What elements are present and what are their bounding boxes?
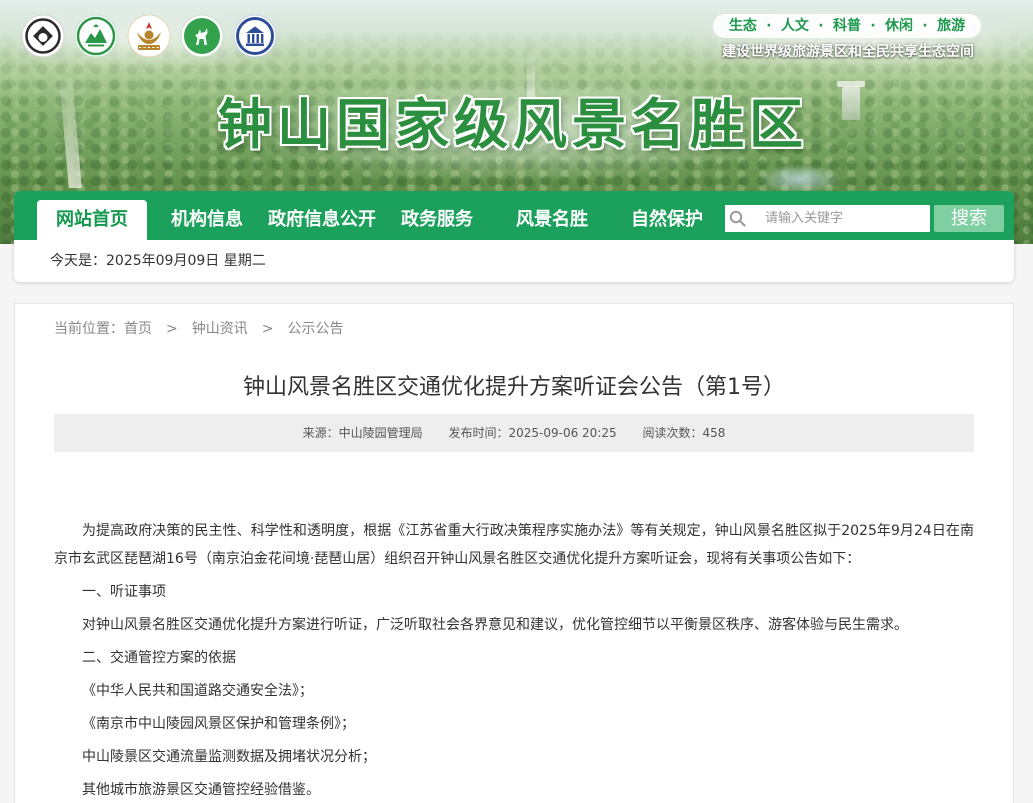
article-source: 来源：中山陵园管理局 [302, 426, 423, 440]
article-publish-time: 发布时间：2025-09-06 20:25 [448, 426, 617, 440]
article-meta: 来源：中山陵园管理局 发布时间：2025-09-06 20:25 阅读次数：45… [54, 414, 974, 452]
banner-tower [837, 81, 865, 120]
banner-lake [760, 165, 840, 193]
tab-home[interactable]: 网站首页 [37, 200, 147, 240]
article-paragraph: 中山陵景区交通流量监测数据及拥堵状况分析； [82, 749, 376, 765]
article-paragraph: 《南京市中山陵园风景区保护和管理条例》； [82, 716, 355, 732]
tab-nature-protection[interactable]: 自然保护 [612, 200, 722, 240]
site-title: 钟山国家级风景名胜区 [218, 93, 808, 156]
article-body: 为提高政府决策的民主性、科学性和透明度，根据《江苏省重大行政决策程序实施办法》等… [54, 517, 974, 803]
breadcrumb-prefix: 当前位置： [54, 321, 124, 337]
tab-scenic-spots[interactable]: 风景名胜 [497, 200, 607, 240]
article-paragraph: 对钟山风景名胜区交通优化提升方案进行听证，广泛听取社会各界意见和建议，优化管控细… [82, 617, 908, 633]
breadcrumb-separator: > [166, 321, 178, 337]
today-date: 今天是：2025年09月09日 星期二 [50, 253, 266, 269]
tab-government-services[interactable]: 政务服务 [382, 200, 492, 240]
breadcrumb-home[interactable]: 首页 [124, 321, 152, 337]
nav-bar: 网站首页 机构信息 政府信息公开 政务服务 风景名胜 自然保护 搜索 [14, 191, 1014, 240]
article-paragraph: 为提高政府决策的民主性、科学性和透明度，根据《江苏省重大行政决策程序实施办法》等… [54, 523, 974, 567]
breadcrumb-zhongshan-news[interactable]: 钟山资讯 [192, 321, 248, 337]
logo-row [21, 14, 277, 58]
breadcrumb: 当前位置：首页 > 钟山资讯 > 公示公告 [54, 319, 974, 339]
date-bar: 今天是：2025年09月09日 星期二 [14, 240, 1014, 282]
article-title: 钟山风景名胜区交通优化提升方案听证会公告（第1号） [243, 375, 785, 400]
article-view-count: 阅读次数：458 [642, 426, 726, 440]
search-button[interactable]: 搜索 [934, 205, 1004, 232]
breadcrumb-public-notices[interactable]: 公示公告 [287, 321, 343, 337]
blue-building-emblem-icon [233, 14, 277, 58]
green-mountain-emblem-icon [74, 14, 118, 58]
article-paragraph: 《中华人民共和国道路交通安全法》； [82, 683, 313, 699]
heritage-emblem-icon [21, 14, 65, 58]
tagline-pill: 生态 · 人文 · 科普 · 休闲 · 旅游 [713, 14, 981, 38]
banner-slogan: 建设世界级旅游景区和全民共享生态空间 [722, 44, 974, 60]
search-input[interactable] [725, 205, 930, 232]
gold-aaaaa-emblem-icon [127, 14, 171, 58]
breadcrumb-separator: > [261, 321, 274, 337]
section-heading: 一、听证事项 [82, 584, 166, 600]
search-box [725, 205, 930, 232]
tab-government-disclosure[interactable]: 政府信息公开 [267, 200, 377, 240]
tab-organization-info[interactable]: 机构信息 [152, 200, 262, 240]
main-navigation: 网站首页 机构信息 政府信息公开 政务服务 风景名胜 自然保护 搜索 今天是：2… [14, 191, 1014, 282]
article-paragraph: 其他城市旅游景区交通管控经验借鉴。 [82, 782, 320, 798]
article-panel: 当前位置：首页 > 钟山资讯 > 公示公告 钟山风景名胜区交通优化提升方案听证会公告（第… [14, 303, 1014, 803]
section-heading: 二、交通管控方案的依据 [82, 650, 236, 666]
nav-tabs: 网站首页 机构信息 政府信息公开 政务服务 风景名胜 自然保护 [37, 200, 727, 240]
green-deer-emblem-icon [180, 14, 224, 58]
